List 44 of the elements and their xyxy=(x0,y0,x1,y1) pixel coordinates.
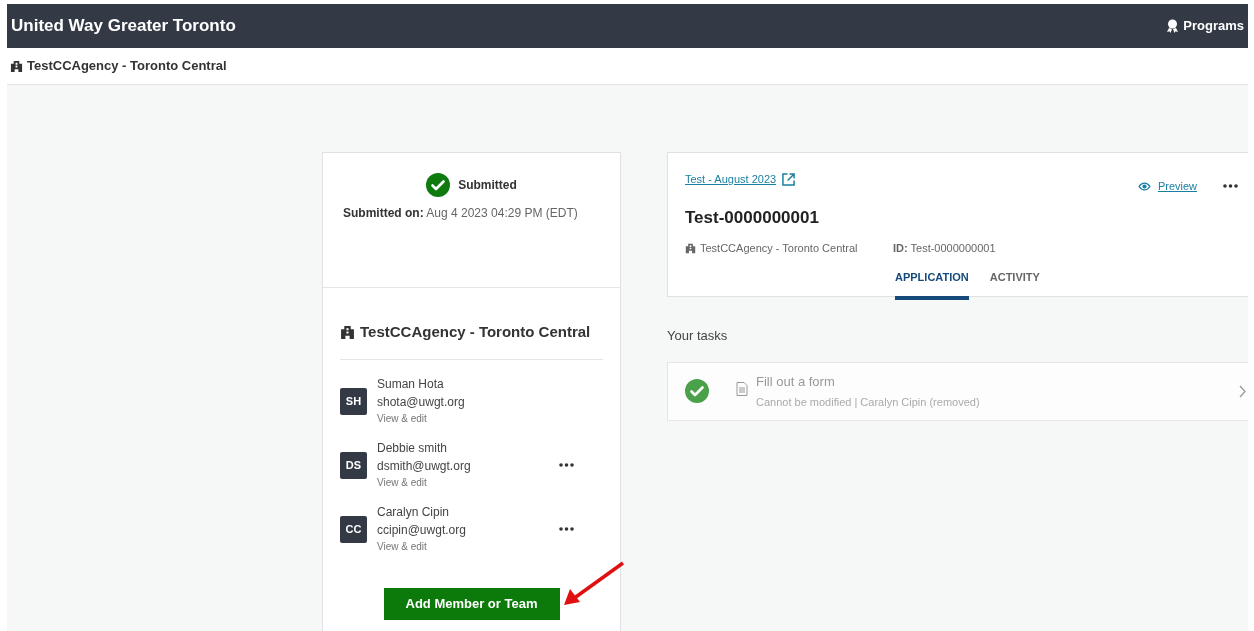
building-icon xyxy=(685,242,696,254)
tab[interactable]: APPLICATION xyxy=(895,268,969,300)
add-member-button[interactable]: Add Member or Team xyxy=(383,587,560,620)
award-icon xyxy=(1166,19,1180,33)
programs-button[interactable]: Programs xyxy=(1166,16,1244,36)
task-title: Fill out a form xyxy=(756,372,836,391)
more-icon[interactable] xyxy=(559,463,574,467)
task-row[interactable]: Fill out a form Cannot be modified | Caralyn Cipin (removed) xyxy=(667,361,1248,421)
application-title: Test-0000000001 xyxy=(685,206,820,229)
preview-link[interactable]: Preview xyxy=(1157,178,1197,195)
view-edit-link[interactable]: View & edit xyxy=(377,538,559,555)
agency-name: TestCCAgency - Toronto Central xyxy=(360,322,591,342)
breadcrumb[interactable]: TestCCAgency - Toronto Central xyxy=(27,56,227,76)
task-subtitle: Cannot be modified | Caralyn Cipin (removed) xyxy=(756,395,980,410)
application-agency: TestCCAgency - Toronto Central xyxy=(700,241,859,256)
chevron-right-icon[interactable] xyxy=(1239,384,1246,398)
building-icon xyxy=(340,324,355,340)
view-edit-link[interactable]: View & edit xyxy=(377,474,559,491)
application-id: ID: Test-0000000001 xyxy=(893,241,996,256)
member-name: Debbie smith xyxy=(377,439,449,457)
member-email: ccipin@uwgt.org xyxy=(377,521,467,539)
app-title: United Way Greater Toronto xyxy=(11,15,236,38)
tab[interactable]: ACTIVITY xyxy=(989,268,1040,300)
building-icon xyxy=(10,59,23,73)
external-link-icon[interactable] xyxy=(782,172,796,186)
program-link[interactable]: Test - August 2023 xyxy=(685,171,777,188)
member-name: Caralyn Cipin xyxy=(377,503,451,521)
status-label: Submitted xyxy=(458,177,517,194)
submitted-date: Submitted on: Aug 4 2023 04:29 PM (EDT) xyxy=(342,205,578,222)
avatar: DS xyxy=(340,451,367,479)
member-email: shota@uwgt.org xyxy=(377,393,466,411)
document-icon xyxy=(736,381,748,396)
check-icon xyxy=(426,173,451,197)
avatar: CC xyxy=(340,515,367,543)
member-email: dsmith@uwgt.org xyxy=(377,457,472,475)
tasks-heading: Your tasks xyxy=(667,327,729,345)
eye-icon xyxy=(1137,181,1151,191)
more-icon[interactable] xyxy=(559,527,574,531)
arrow-annotation xyxy=(563,561,625,606)
member-name: Suman Hota xyxy=(377,375,445,393)
view-edit-link[interactable]: View & edit xyxy=(377,410,559,427)
check-icon xyxy=(685,379,709,403)
more-icon[interactable] xyxy=(1223,184,1238,189)
avatar: SH xyxy=(340,387,367,415)
